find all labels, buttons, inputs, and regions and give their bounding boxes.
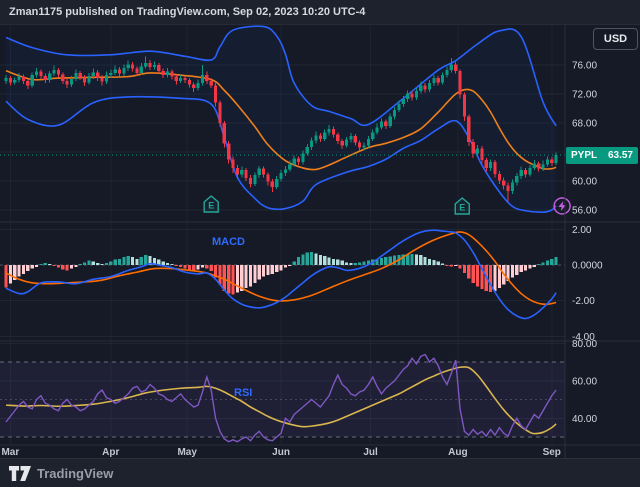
earnings-e-icon[interactable]: E	[454, 197, 470, 215]
last-price-value: 63.57	[607, 150, 633, 161]
svg-text:Aug: Aug	[448, 447, 467, 458]
svg-text:Apr: Apr	[102, 447, 119, 458]
attribution-bar: Zman1175 published on TradingView.com, S…	[0, 0, 640, 25]
svg-text:Sep: Sep	[543, 447, 561, 458]
svg-text:May: May	[177, 447, 197, 458]
time-scale[interactable]: Mar Apr May Jun Jul Aug Sep	[1, 447, 560, 458]
ticker-label: PYPL	[571, 150, 598, 161]
tradingview-brand-text[interactable]: TradingView	[37, 466, 113, 481]
macd-indicator-label[interactable]: MACD	[212, 236, 245, 248]
svg-text:-2.00: -2.00	[572, 296, 595, 307]
svg-text:56.00: 56.00	[572, 206, 597, 217]
svg-text:68.00: 68.00	[572, 119, 597, 130]
tradingview-logo-icon[interactable]	[9, 465, 31, 481]
rsi-indicator-label[interactable]: RSI	[234, 387, 252, 399]
last-price-badge: PYPL 63.57	[566, 147, 638, 164]
price-scale[interactable]: 76.00 72.00 68.00 60.00 56.00 2.00 0.0000 -2.00…	[572, 61, 603, 425]
chart-canvas[interactable]: E E 76.00 72.00 68.00 60.00 56.00 2.00 0.0000 -2.…	[0, 0, 640, 487]
svg-text:72.00: 72.00	[572, 90, 597, 101]
svg-text:0.0000: 0.0000	[572, 261, 603, 272]
svg-text:Jul: Jul	[363, 447, 378, 458]
svg-text:E: E	[459, 203, 465, 213]
svg-text:60.00: 60.00	[572, 177, 597, 188]
tradingview-chart-screenshot: Zman1175 published on TradingView.com, S…	[0, 0, 640, 487]
svg-text:80.00: 80.00	[572, 339, 597, 350]
attribution-text: Zman1175 published on TradingView.com, S…	[9, 6, 366, 18]
lightning-icon[interactable]	[553, 197, 571, 215]
svg-text:60.00: 60.00	[572, 376, 597, 387]
svg-text:Jun: Jun	[272, 447, 290, 458]
svg-text:2.00: 2.00	[572, 225, 592, 236]
earnings-e-icon[interactable]: E	[203, 195, 219, 213]
footer-bar: TradingView	[0, 458, 640, 487]
currency-button[interactable]: USD	[593, 28, 638, 50]
svg-text:Mar: Mar	[1, 447, 19, 458]
svg-text:40.00: 40.00	[572, 414, 597, 425]
svg-text:E: E	[208, 201, 214, 211]
svg-text:76.00: 76.00	[572, 61, 597, 72]
